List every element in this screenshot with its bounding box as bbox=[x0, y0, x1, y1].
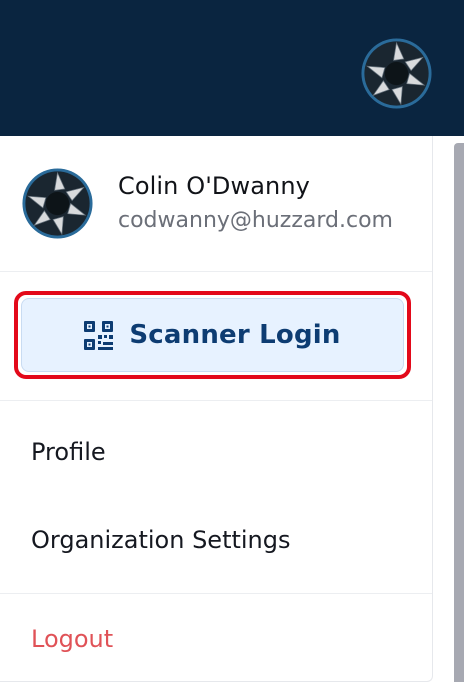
user-name: Colin O'Dwanny bbox=[118, 172, 310, 200]
avatar bbox=[21, 167, 94, 240]
qr-code-icon bbox=[84, 320, 114, 350]
divider bbox=[0, 593, 432, 594]
menu-item-label: Logout bbox=[31, 625, 114, 653]
menu-item-organization-settings[interactable]: Organization Settings bbox=[0, 509, 432, 571]
user-info-section: Colin O'Dwanny codwanny@huzzard.com bbox=[0, 136, 432, 272]
menu-item-profile[interactable]: Profile bbox=[0, 421, 432, 483]
menu-item-label: Profile bbox=[31, 438, 106, 466]
user-avatar-icon bbox=[22, 168, 93, 239]
menu-item-logout[interactable]: Logout bbox=[0, 608, 432, 670]
menu-item-label: Organization Settings bbox=[31, 526, 291, 554]
user-dropdown-menu: Colin O'Dwanny codwanny@huzzard.com Scan… bbox=[0, 136, 433, 682]
top-header bbox=[0, 0, 464, 136]
user-avatar-icon bbox=[361, 38, 432, 109]
scanner-login-button-inner[interactable]: Scanner Login bbox=[21, 298, 404, 372]
scrollbar[interactable] bbox=[454, 143, 464, 682]
scanner-login-button[interactable]: Scanner Login bbox=[14, 291, 411, 379]
user-email: codwanny@huzzard.com bbox=[118, 208, 393, 233]
header-avatar-button[interactable] bbox=[360, 37, 433, 110]
scanner-login-label: Scanner Login bbox=[129, 320, 341, 350]
